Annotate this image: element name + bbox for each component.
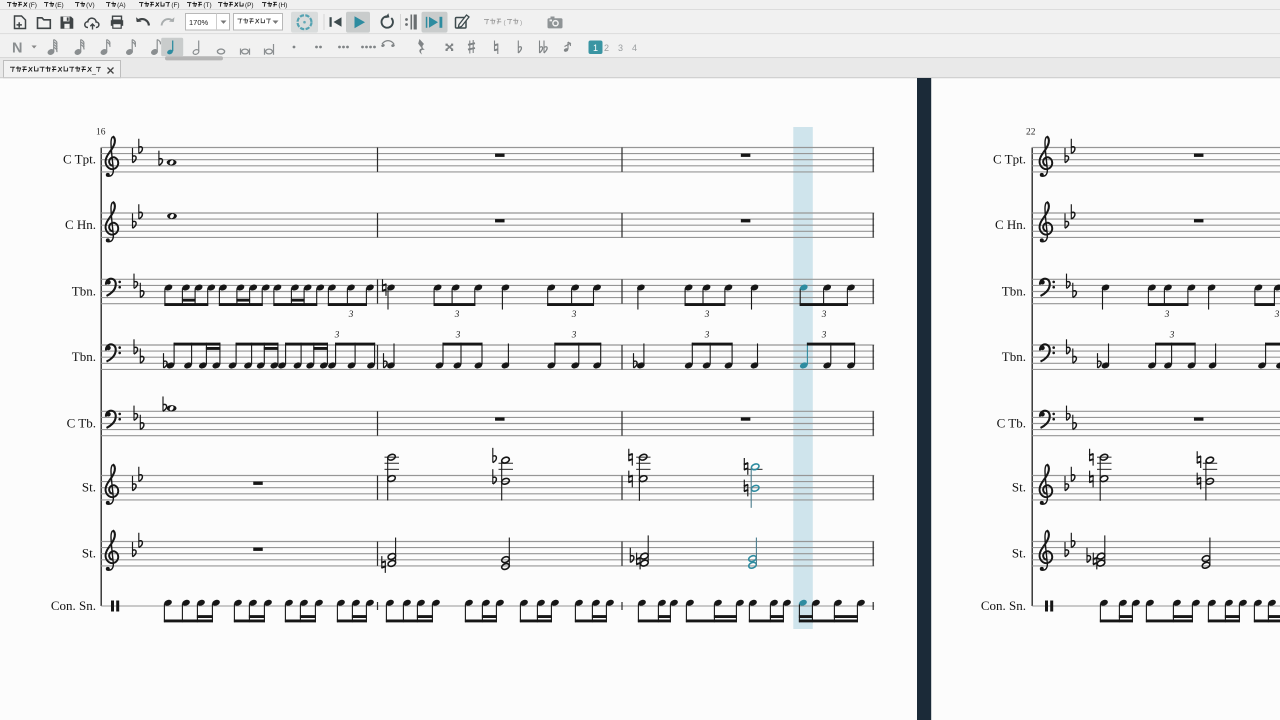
svg-text:N: N <box>12 41 22 57</box>
svg-text:C Tpt.: C Tpt. <box>63 152 96 167</box>
svg-text:(A): (A) <box>117 2 126 9</box>
svg-text:(F): (F) <box>29 2 37 9</box>
svg-text:(V): (V) <box>86 2 95 9</box>
svg-text:): ) <box>520 20 522 27</box>
svg-text:C Tb.: C Tb. <box>997 416 1026 431</box>
svg-text:4: 4 <box>632 43 637 53</box>
svg-text:3: 3 <box>571 330 577 340</box>
svg-text:3: 3 <box>571 309 577 319</box>
svg-text:3: 3 <box>821 309 827 319</box>
svg-text:1: 1 <box>593 43 598 53</box>
svg-text:St.: St. <box>82 480 96 495</box>
svg-text:(F): (F) <box>171 2 179 9</box>
svg-text:Tbn.: Tbn. <box>72 284 96 299</box>
svg-text:3: 3 <box>1169 330 1175 340</box>
svg-text:3: 3 <box>821 330 827 340</box>
svg-text:(P): (P) <box>245 2 254 9</box>
svg-text:Tbn.: Tbn. <box>1002 349 1026 364</box>
svg-text:(H): (H) <box>278 2 287 9</box>
svg-text:Con. Sn.: Con. Sn. <box>981 598 1026 613</box>
svg-text:3: 3 <box>1274 309 1280 319</box>
svg-text:3: 3 <box>455 330 461 340</box>
svg-text:3: 3 <box>618 43 623 53</box>
svg-text:C Hn.: C Hn. <box>65 217 96 232</box>
svg-text:3: 3 <box>454 309 460 319</box>
svg-text:170%: 170% <box>189 18 209 27</box>
svg-text:C Tb.: C Tb. <box>67 416 96 431</box>
svg-text:3: 3 <box>348 309 354 319</box>
svg-text:2: 2 <box>604 43 609 53</box>
svg-text:16: 16 <box>96 128 106 138</box>
svg-text:3: 3 <box>704 330 710 340</box>
svg-text:3: 3 <box>334 330 340 340</box>
svg-text:Tbn.: Tbn. <box>72 349 96 364</box>
svg-text:C Hn.: C Hn. <box>995 217 1026 232</box>
svg-text:Tbn.: Tbn. <box>1002 284 1026 299</box>
svg-text:22: 22 <box>1026 128 1036 138</box>
svg-text:(T): (T) <box>203 2 211 9</box>
svg-text:C Tpt.: C Tpt. <box>993 152 1026 167</box>
svg-text:Con. Sn.: Con. Sn. <box>51 598 96 613</box>
svg-text:(E): (E) <box>55 2 64 9</box>
svg-text:St.: St. <box>82 546 96 561</box>
svg-text:3: 3 <box>1164 309 1170 319</box>
svg-text:3: 3 <box>704 309 710 319</box>
svg-text:St.: St. <box>1012 480 1026 495</box>
svg-text:St.: St. <box>1012 546 1026 561</box>
svg-text:_: _ <box>91 69 96 76</box>
